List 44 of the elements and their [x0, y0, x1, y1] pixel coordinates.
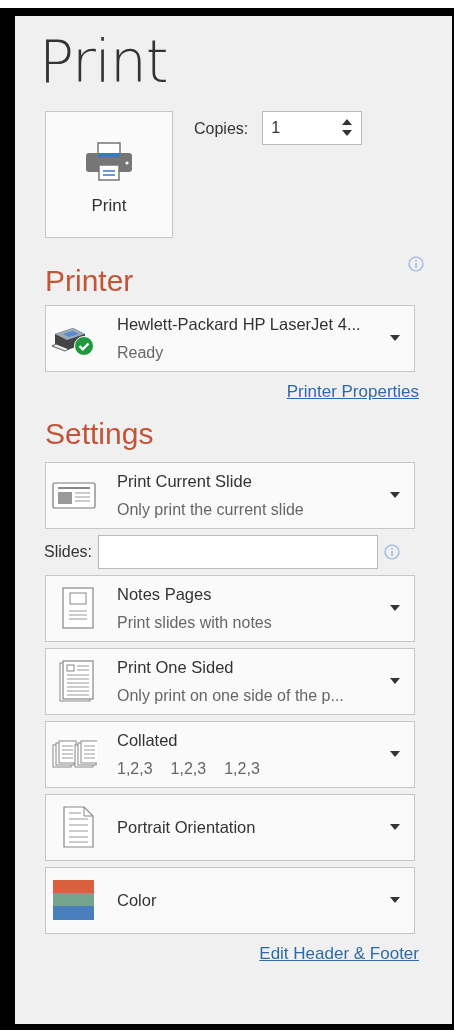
down-arrow-icon[interactable] [341, 130, 354, 137]
setting-title: Collated [117, 730, 179, 750]
setting-description: Print slides with notes [117, 613, 273, 632]
collation-sequence: 1,2,3 [117, 759, 153, 778]
settings-heading: Settings [45, 415, 155, 452]
color-swatch-icon [51, 879, 97, 921]
caret-icon [390, 492, 400, 498]
setting-title: Print One Sided [117, 657, 235, 677]
caret-icon [390, 824, 400, 830]
setting-dropdown[interactable]: Print Current Slide Only print the current slide [45, 461, 415, 529]
setting-description: Only print the current slide [117, 500, 305, 519]
collation-sequence: 1,2,3 [170, 759, 207, 778]
copies-label: Copies: [194, 119, 249, 138]
printer-status: Ready [117, 343, 165, 362]
info-icon[interactable] [384, 543, 401, 560]
info-icon[interactable] [408, 255, 424, 272]
printer-properties-link[interactable]: Printer Properties [286, 381, 419, 402]
caret-icon [390, 335, 400, 341]
setting-description: Only print on one side of the p... [117, 686, 345, 705]
printer-dropdown[interactable]: Hewlett-Packard HP LaserJet 4... Ready [45, 304, 415, 372]
setting-title: Notes Pages [117, 584, 213, 604]
edit-header-footer-link[interactable]: Edit Header & Footer [259, 943, 419, 964]
setting-title: Portrait Orientation [117, 817, 257, 837]
up-arrow-icon[interactable] [341, 118, 354, 125]
caret-icon [390, 678, 400, 684]
setting-title: Print Current Slide [117, 471, 253, 491]
slides-input-field[interactable] [98, 534, 379, 569]
printer-heading: Printer [45, 262, 134, 299]
printer-name: Hewlett-Packard HP LaserJet 4... [117, 314, 362, 334]
copies-field[interactable]: 1 [262, 110, 363, 145]
printer-icon [85, 142, 133, 182]
setting-dropdown[interactable]: Notes Pages Print slides with notes [45, 574, 415, 642]
page-title: Print [39, 27, 169, 98]
collation-sequence: 1,2,3 [224, 759, 260, 778]
setting-dropdown[interactable]: Portrait Orientation [45, 793, 415, 861]
setting-title: Color [117, 890, 158, 910]
caret-icon [390, 605, 400, 611]
caret-icon [390, 897, 400, 903]
setting-dropdown[interactable]: Print One Sided Only print on one side of the p... [45, 647, 415, 715]
setting-dropdown[interactable]: Collated 1,2,3 1,2,3 1,2,3 [45, 720, 415, 788]
slides-label: Slides: [44, 542, 93, 561]
caret-icon [390, 751, 400, 757]
print-button[interactable]: Print [45, 110, 173, 238]
setting-dropdown[interactable]: Color [45, 866, 415, 934]
